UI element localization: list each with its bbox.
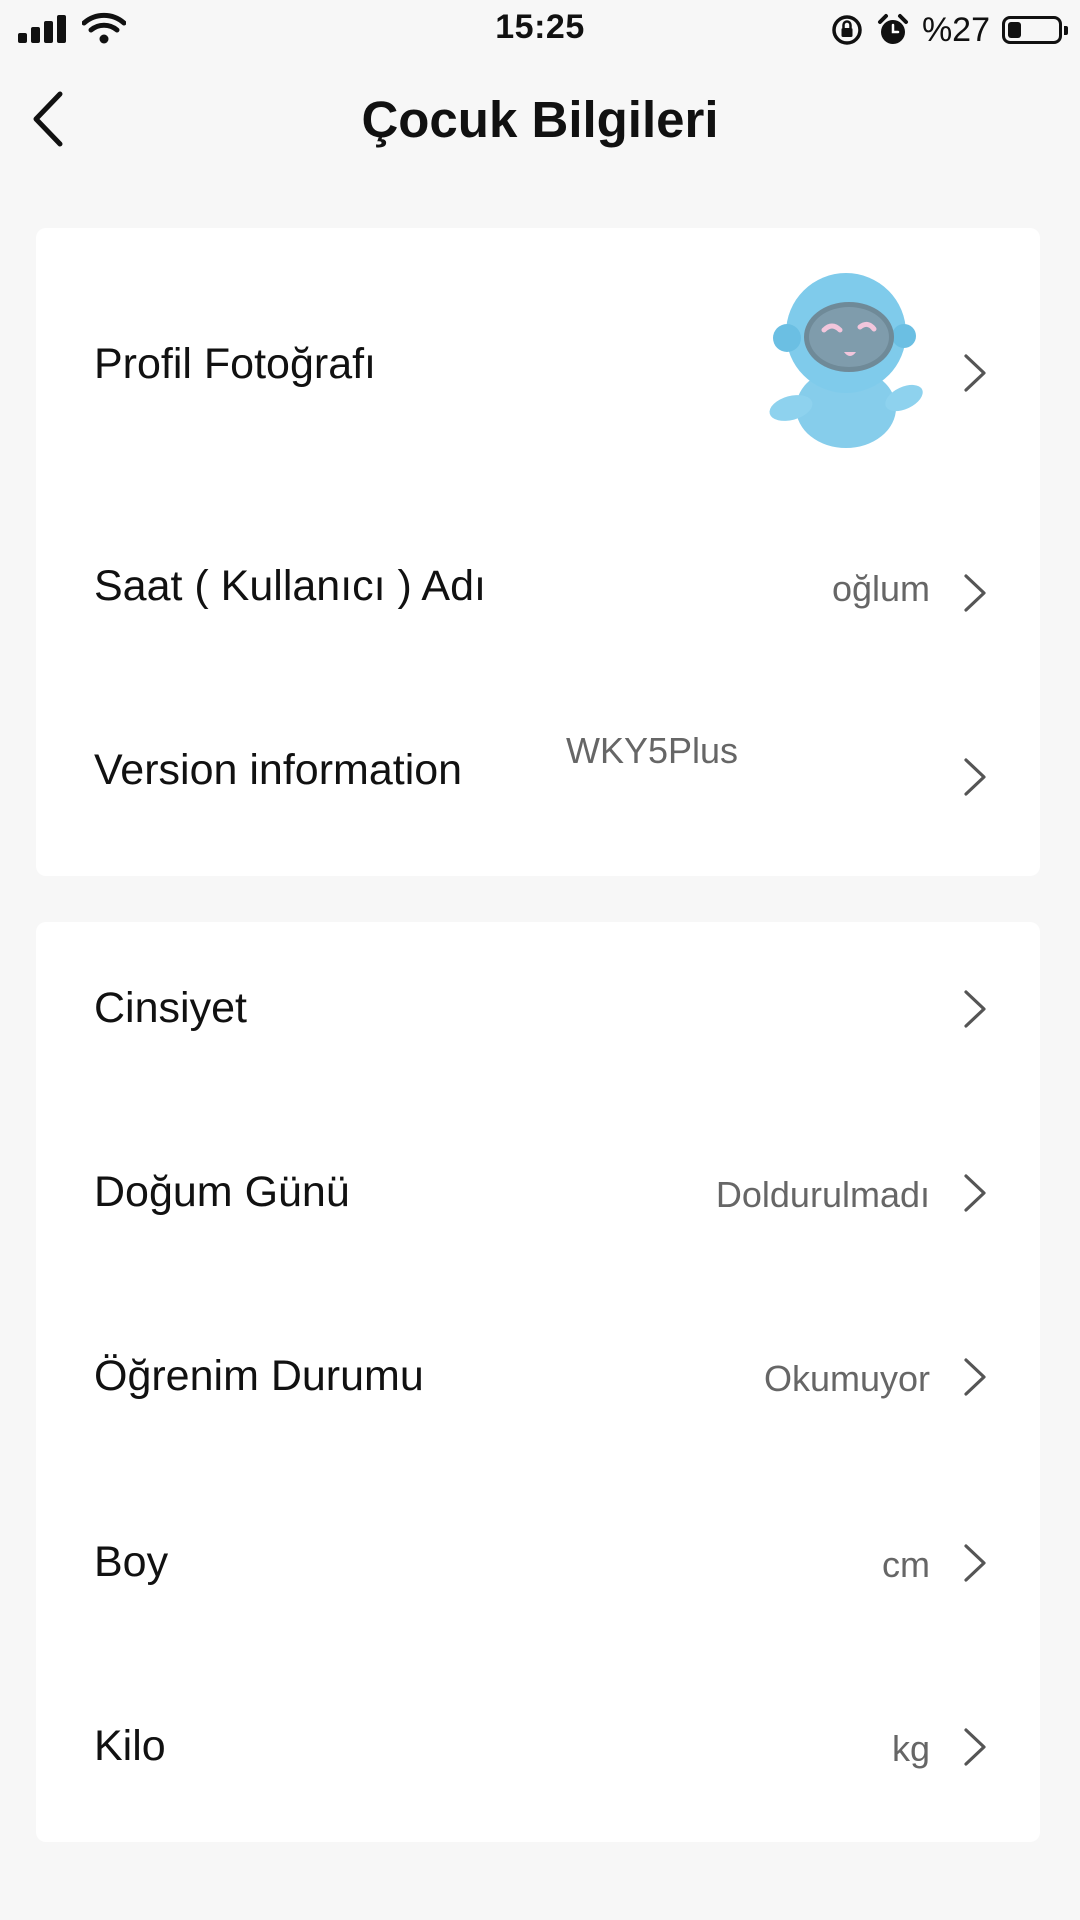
row-version-info[interactable]: Version information WKY5Plus [36, 696, 1040, 876]
row-gender[interactable]: Cinsiyet [36, 922, 1040, 1090]
row-value-height: cm [882, 1544, 930, 1585]
row-value-birthday: Doldurulmadı [715, 1174, 930, 1215]
child-info-screen: 15:25 %27 Çocuk Bilgileri Profil Fotoğra… [0, 0, 1080, 1920]
row-education[interactable]: Öğrenim Durumu Okumuyor [36, 1274, 1040, 1458]
chevron-right-icon [964, 354, 986, 392]
chevron-right-icon [964, 574, 986, 612]
page-title: Çocuk Bilgileri [361, 91, 719, 148]
row-label-weight: Kilo [94, 1722, 166, 1770]
profile-card: Profil Fotoğrafı Saat ( Kullanıcı ) Adı … [36, 228, 1040, 876]
row-value-version-info: WKY5Plus [566, 730, 739, 771]
row-profile-photo[interactable]: Profil Fotoğrafı [36, 228, 1040, 516]
row-watch-name[interactable]: Saat ( Kullanıcı ) Adı oğlum [36, 516, 1040, 696]
chevron-right-icon [964, 1358, 986, 1396]
row-label-birthday: Doğum Günü [94, 1168, 350, 1216]
status-bar: 15:25 %27 [0, 0, 1080, 60]
row-label-education: Öğrenim Durumu [94, 1352, 424, 1400]
chevron-right-icon [964, 1728, 986, 1766]
chevron-right-icon [964, 758, 986, 796]
rotation-lock-icon [832, 15, 862, 45]
row-birthday[interactable]: Doğum Günü Doldurulmadı [36, 1090, 1040, 1274]
row-value-education: Okumuyor [763, 1358, 930, 1399]
battery-percent: %27 [921, 10, 990, 49]
row-label-gender: Cinsiyet [94, 984, 247, 1032]
row-height[interactable]: Boy cm [36, 1458, 1040, 1642]
battery-icon [1002, 16, 1068, 44]
chevron-right-icon [964, 990, 986, 1028]
row-weight[interactable]: Kilo kg [36, 1642, 1040, 1842]
row-label-height: Boy [94, 1538, 169, 1586]
robot-avatar[interactable] [746, 270, 946, 470]
row-label-profile-photo: Profil Fotoğrafı [94, 340, 376, 388]
row-label-watch-name: Saat ( Kullanıcı ) Adı [94, 562, 486, 610]
nav-header: Çocuk Bilgileri [0, 70, 1080, 170]
status-right-group: %27 [830, 8, 1068, 52]
alarm-icon [877, 14, 908, 44]
details-card: Cinsiyet Doğum Günü Doldurulmadı Öğrenim… [36, 922, 1040, 1842]
row-value-weight: kg [891, 1728, 930, 1769]
battery-level [1008, 22, 1021, 38]
chevron-right-icon [964, 1544, 986, 1582]
row-value-watch-name: oğlum [831, 568, 930, 609]
chevron-right-icon [964, 1174, 986, 1212]
row-label-version-info: Version information [94, 746, 463, 794]
